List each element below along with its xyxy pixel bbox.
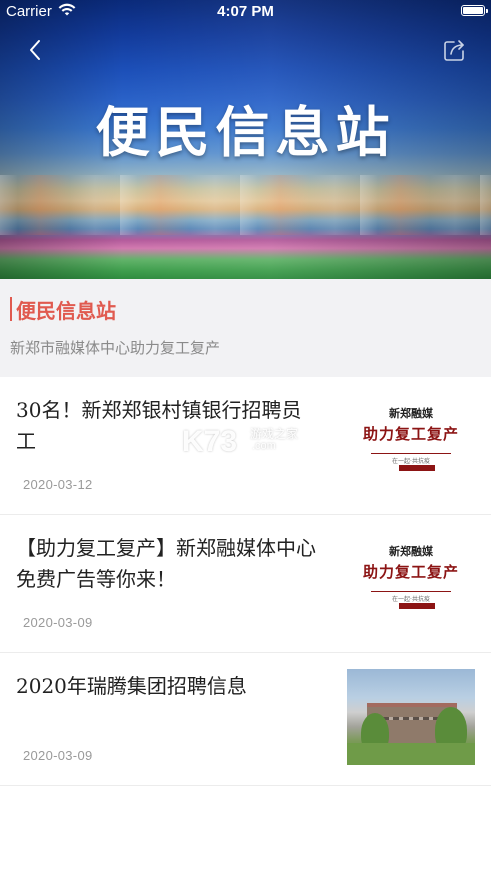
share-icon: [444, 40, 464, 61]
promo-subtitle: 在一起·共抗疫: [392, 596, 430, 603]
promo-slogan: 助力复工复产: [362, 425, 459, 443]
watermark-domain: .com: [252, 440, 276, 452]
status-bar: Carrier 4:07 PM: [0, 0, 491, 24]
chevron-left-icon: [30, 40, 40, 60]
news-date: 2020-03-12: [23, 477, 93, 492]
share-button[interactable]: [441, 36, 469, 64]
channel-name-text: 便民信息站: [16, 299, 116, 323]
news-date: 2020-03-09: [23, 615, 93, 630]
news-title: 【助力复工复产】新郑融媒体中心免费广告等你来！: [16, 536, 316, 591]
promo-slogan: 助力复工复产: [362, 563, 459, 581]
promo-divider: [371, 453, 451, 454]
promo-subtitle: 在一起·共抗疫: [392, 458, 430, 465]
promo-divider: [371, 591, 451, 592]
news-item[interactable]: 2020年瑞腾集团招聘信息 2020-03-09: [0, 653, 491, 786]
back-button[interactable]: [24, 36, 48, 64]
news-item[interactable]: 【助力复工复产】新郑融媒体中心免费广告等你来！ 2020-03-09 新郑融媒 …: [0, 515, 491, 653]
promo-bar: [399, 603, 435, 609]
news-item[interactable]: 30名！新郑郑银村镇银行招聘员工 2020-03-12 新郑融媒 助力复工复产 …: [0, 377, 491, 515]
news-thumbnail: 新郑融媒 助力复工复产 在一起·共抗疫: [347, 533, 475, 631]
promo-org: 新郑融媒: [389, 407, 433, 420]
promo-bar: [399, 465, 435, 471]
clock: 4:07 PM: [217, 3, 274, 20]
channel-name: 便民信息站: [10, 295, 116, 324]
watermark-logo: K73: [182, 425, 238, 458]
news-thumbnail: 新郑融媒 助力复工复产 在一起·共抗疫: [347, 395, 475, 493]
news-date: 2020-03-09: [23, 748, 93, 763]
news-thumbnail-photo: [347, 669, 475, 765]
channel-header: 便民信息站 新郑市融媒体中心助力复工复产: [0, 279, 491, 377]
hero-banner: 便民信息站: [0, 0, 491, 279]
news-title: 2020年瑞腾集团招聘信息: [16, 674, 247, 698]
news-list: 30名！新郑郑银村镇银行招聘员工 2020-03-12 新郑融媒 助力复工复产 …: [0, 377, 491, 786]
promo-org: 新郑融媒: [389, 545, 433, 558]
channel-description: 新郑市融媒体中心助力复工复产: [10, 339, 221, 357]
battery-icon: [461, 5, 488, 16]
photo-grass: [347, 743, 475, 765]
banner-title: 便民信息站: [95, 101, 396, 164]
